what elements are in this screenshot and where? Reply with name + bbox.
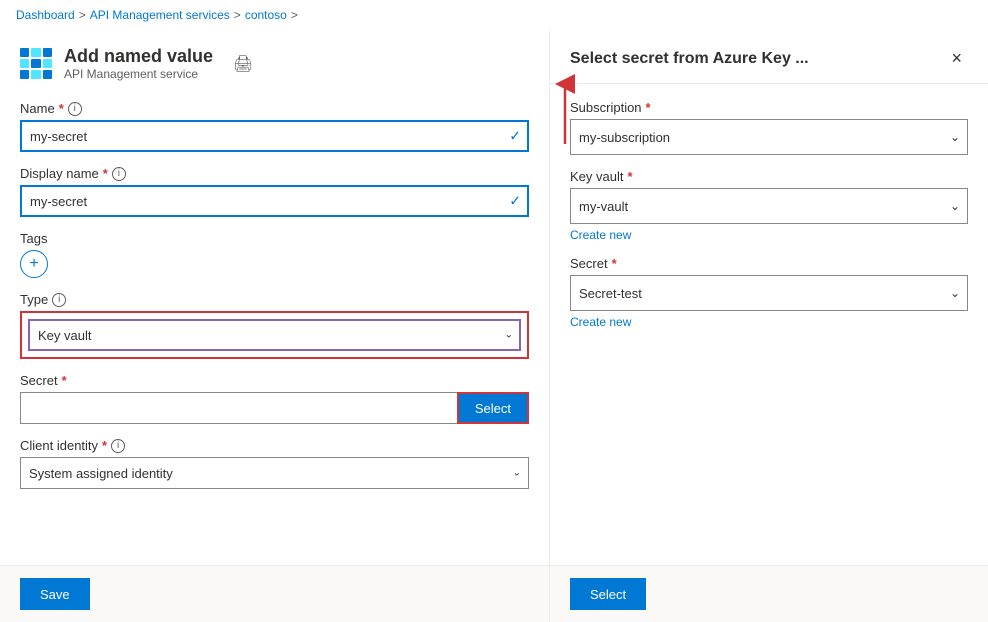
name-input[interactable] [20,120,529,152]
name-check-icon: ✓ [509,128,521,145]
key-vault-required: * [627,169,632,184]
breadcrumb-api-mgmt[interactable]: API Management services [90,8,230,22]
right-select-button[interactable]: Select [570,578,646,610]
secret-field-row: Select [20,392,529,424]
type-field-highlight: Key vault Plain Secret ⌄ [20,311,529,359]
right-secret-select-wrapper: Secret-test ⌄ [570,275,968,311]
left-panel: Add named value API Management service 🖨… [0,30,550,622]
name-required: * [59,101,64,116]
subscription-select[interactable]: my-subscription [570,119,968,155]
display-name-required: * [103,166,108,181]
name-label: Name * i [20,101,529,116]
print-icon[interactable]: 🖨 [233,54,253,74]
key-vault-create-new-link[interactable]: Create new [570,228,631,242]
key-vault-field-group: Key vault * my-vault ⌄ Create new [570,169,968,242]
tags-label: Tags [20,231,529,246]
close-button[interactable]: × [945,46,968,71]
secret-select-button[interactable]: Select [457,392,529,424]
display-name-info-icon[interactable]: i [112,167,126,181]
right-panel-header: Select secret from Azure Key ... × [550,30,988,84]
display-name-label: Display name * i [20,166,529,181]
display-name-field-group: Display name * i ✓ [20,166,529,217]
name-field-group: Name * i ✓ [20,101,529,152]
right-secret-field-group: Secret * Secret-test ⌄ Create new [570,256,968,329]
page-subtitle: API Management service [64,67,213,81]
left-content: Add named value API Management service 🖨… [0,30,549,565]
breadcrumb-sep1: > [79,8,86,22]
breadcrumb-contoso[interactable]: contoso [245,8,287,22]
right-secret-label: Secret * [570,256,968,271]
page-header: Add named value API Management service 🖨 [20,46,529,81]
client-identity-field-group: Client identity * i System assigned iden… [20,438,529,489]
subscription-label: Subscription * [570,100,968,115]
breadcrumb-sep2: > [234,8,241,22]
secret-label: Secret * [20,373,529,388]
page-title-block: Add named value API Management service [64,46,213,81]
name-info-icon[interactable]: i [68,102,82,116]
left-footer: Save [0,565,549,622]
right-secret-required: * [612,256,617,271]
key-vault-label: Key vault * [570,169,968,184]
secret-input[interactable] [20,392,457,424]
right-panel: Select secret from Azure Key ... × Subsc… [550,30,988,622]
key-vault-select-wrapper: my-vault ⌄ [570,188,968,224]
right-panel-title: Select secret from Azure Key ... [570,50,809,68]
client-identity-label: Client identity * i [20,438,529,453]
client-identity-select[interactable]: System assigned identity [20,457,529,489]
subscription-select-wrapper: my-subscription ⌄ [570,119,968,155]
breadcrumb: Dashboard > API Management services > co… [0,0,988,30]
client-identity-select-wrapper: System assigned identity ⌄ [20,457,529,489]
display-name-input-wrapper: ✓ [20,185,529,217]
subscription-field-group: Subscription * my-subscription ⌄ [570,100,968,155]
type-info-icon[interactable]: i [52,293,66,307]
breadcrumb-dashboard[interactable]: Dashboard [16,8,75,22]
key-vault-select[interactable]: my-vault [570,188,968,224]
display-name-input[interactable] [20,185,529,217]
type-select[interactable]: Key vault Plain Secret [28,319,521,351]
subscription-required: * [646,100,651,115]
save-button[interactable]: Save [20,578,90,610]
page-title: Add named value [64,46,213,67]
tags-add-button[interactable]: + [20,250,48,278]
secret-required: * [62,373,67,388]
type-label: Type i [20,292,529,307]
secret-field-group: Secret * Select [20,373,529,424]
right-secret-select[interactable]: Secret-test [570,275,968,311]
breadcrumb-sep3: > [291,8,298,22]
type-field-group: Type i Key vault Plain Secret ⌄ [20,292,529,359]
right-panel-content: Subscription * my-subscription ⌄ Key vau… [550,84,988,565]
secret-create-new-link[interactable]: Create new [570,315,631,329]
right-footer: Select [550,565,988,622]
name-input-wrapper: ✓ [20,120,529,152]
type-select-wrapper: Key vault Plain Secret ⌄ [28,319,521,351]
client-identity-info-icon[interactable]: i [111,439,125,453]
main-container: Add named value API Management service 🖨… [0,30,988,622]
tags-field-group: Tags + [20,231,529,278]
page-icon [20,48,52,80]
client-identity-required: * [102,438,107,453]
display-name-check-icon: ✓ [509,193,521,210]
